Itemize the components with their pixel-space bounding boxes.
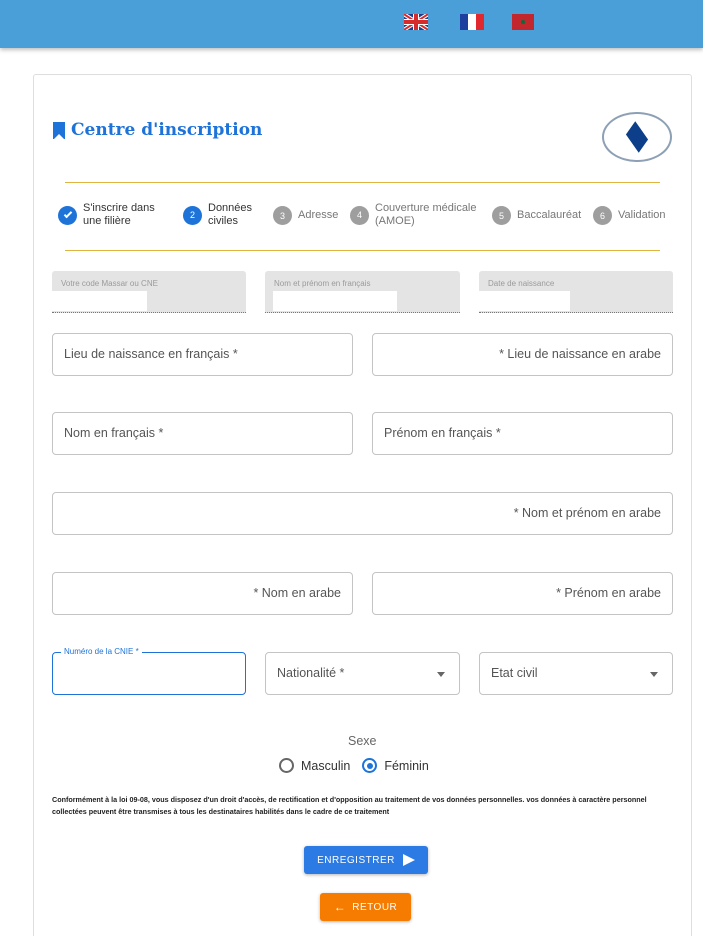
radio-masculin-label[interactable]: Masculin [301,759,350,773]
step-5-number: 5 [492,206,511,225]
save-button[interactable]: ENREGISTRER [304,846,428,874]
page-title-text: Centre d'inscription [71,120,263,140]
uk-flag-icon[interactable] [404,14,428,30]
nom-fr-label: Nom en français * [64,426,164,440]
step-1[interactable]: S'inscrire dans une filière [58,202,155,228]
legal-notice: Conformément à la loi 09-08, vous dispos… [52,795,647,816]
arrow-left-icon: ← [333,900,347,914]
etat-civil-select[interactable]: Etat civil [479,652,673,695]
page-title: Centre d'inscription [53,120,262,140]
lieu-naissance-ar-input[interactable]: * Lieu de naissance en arabe [372,333,673,376]
step-6[interactable]: 6 Validation [593,206,666,225]
nom-ar-label: * Nom en arabe [253,586,341,600]
date-naissance-label: Date de naissance [488,279,555,288]
prenom-ar-input[interactable]: * Prénom en arabe [372,572,673,615]
divider-top [65,182,660,183]
chevron-down-icon [437,672,445,677]
step-4-number: 4 [350,205,369,225]
massar-label: Votre code Massar ou CNE [61,279,158,288]
step-4-label-line2: (AMOE) [375,215,415,227]
france-flag-icon[interactable] [460,14,484,30]
step-3-number: 3 [273,206,292,225]
step-3-label: Adresse [298,209,339,221]
prenom-fr-label: Prénom en français * [384,426,501,440]
send-icon [402,854,415,866]
step-2-number: 2 [183,205,202,225]
check-icon [58,205,77,225]
step-6-label: Validation [618,209,666,221]
radio-masculin[interactable] [279,758,294,773]
prenom-fr-input[interactable]: Prénom en français * [372,412,673,455]
back-button[interactable]: ← RETOUR [320,893,411,921]
nom-ar-input[interactable]: * Nom en arabe [52,572,353,615]
sexe-label: Sexe [348,734,377,748]
step-4[interactable]: 4 Couverture médicale (AMOE) [350,202,477,228]
nom-prenom-fr-label: Nom et prénom en français [274,279,371,288]
sexe-radio-group: Masculin Féminin [279,758,441,773]
nom-prenom-ar-input[interactable]: * Nom et prénom en arabe [52,492,673,535]
morocco-flag-icon[interactable] [512,14,534,30]
back-button-label: RETOUR [352,901,398,913]
date-naissance-field[interactable]: Date de naissance [479,271,673,313]
nationalite-select[interactable]: Nationalité * [265,652,460,695]
lieu-naissance-ar-label: * Lieu de naissance en arabe [499,347,661,361]
top-bar [0,0,703,48]
step-3[interactable]: 3 Adresse [273,206,338,225]
save-button-label: ENREGISTRER [317,854,395,866]
prenom-ar-label: * Prénom en arabe [556,586,661,600]
nationalite-label: Nationalité * [277,666,345,680]
cnie-label: Numéro de la CNIE * [61,647,142,656]
lieu-naissance-fr-input[interactable]: Lieu de naissance en français * [52,333,353,376]
step-6-number: 6 [593,206,612,225]
nom-prenom-fr-field[interactable]: Nom et prénom en français [265,271,460,313]
step-2[interactable]: 2 Données civiles [183,202,252,228]
massar-field[interactable]: Votre code Massar ou CNE [52,271,246,313]
step-1-label-line2: une filière [83,215,131,227]
step-5-label: Baccalauréat [517,209,582,221]
chevron-down-icon [650,672,658,677]
lieu-naissance-fr-label: Lieu de naissance en français * [64,347,238,361]
etat-civil-label: Etat civil [491,666,538,680]
divider-bottom [65,250,660,251]
radio-feminin[interactable] [362,758,378,773]
bookmark-icon [53,121,65,140]
cnie-input[interactable]: Numéro de la CNIE * [52,647,246,695]
nom-fr-input[interactable]: Nom en français * [52,412,353,455]
step-1-label-line1: S'inscrire dans [83,202,155,214]
step-2-label-line1: Données [208,202,253,214]
step-2-label-line2: civiles [208,215,238,227]
step-5[interactable]: 5 Baccalauréat [492,206,581,225]
university-logo [602,112,672,162]
nom-prenom-ar-label: * Nom et prénom en arabe [513,506,661,520]
stepper: S'inscrire dans une filière 2 Données ci… [58,196,673,236]
step-4-label-line1: Couverture médicale [375,202,477,214]
radio-feminin-label[interactable]: Féminin [384,759,428,773]
